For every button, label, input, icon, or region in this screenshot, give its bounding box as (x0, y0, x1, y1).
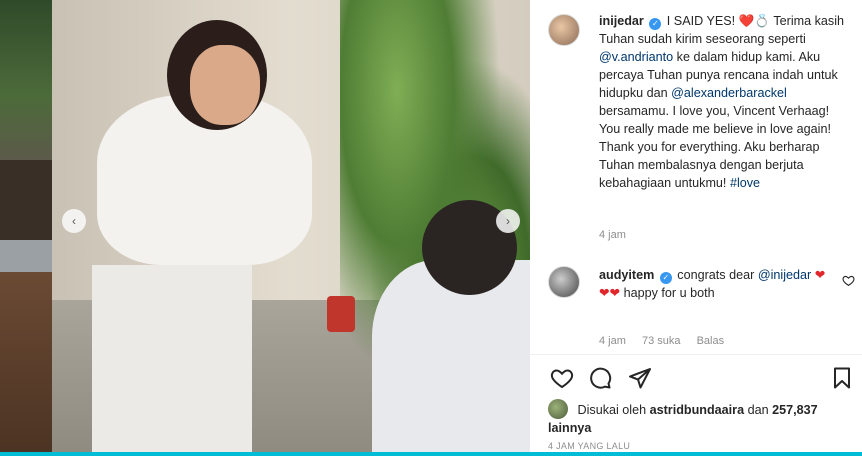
carousel-prev-button[interactable]: ‹ (62, 209, 86, 233)
photo-ring-box (327, 296, 355, 332)
post-actions (548, 364, 858, 392)
caption-headline: I SAID YES! (666, 14, 736, 28)
author-username[interactable]: inijedar (599, 14, 644, 28)
verified-badge-icon: ✓ (649, 18, 662, 30)
comment-timestamp[interactable]: 4 jam (599, 335, 626, 347)
preview-image-door (0, 272, 52, 456)
liker-avatar[interactable] (548, 399, 568, 419)
comment-reply-button[interactable]: Balas (697, 335, 725, 347)
heart-icon (550, 369, 574, 389)
post-timestamp[interactable]: 4 JAM YANG LALU (548, 441, 630, 451)
comment-body-1: congrats dear (677, 268, 755, 282)
comment-button[interactable] (586, 364, 614, 392)
preview-image-bar (0, 240, 52, 272)
hashtag-link[interactable]: #love (730, 176, 760, 190)
speech-bubble-icon (590, 367, 612, 389)
share-button[interactable] (626, 364, 654, 392)
likes-connector: dan (747, 403, 769, 417)
mention-link[interactable]: @v.andrianto (599, 50, 673, 64)
mention-link[interactable]: @inijedar (758, 268, 811, 282)
caption-timestamp[interactable]: 4 jam (599, 229, 626, 241)
mention-link[interactable]: @alexanderbarackel (671, 86, 787, 100)
previous-post-preview[interactable] (0, 0, 52, 456)
comment-like-count[interactable]: 73 suka (642, 335, 681, 347)
commenter-username[interactable]: audyitem (599, 268, 654, 282)
carousel-next-button[interactable]: › (496, 209, 520, 233)
comment-body-2: happy for u both (623, 286, 715, 300)
bookmark-icon (834, 367, 850, 389)
comment-text: audyitem ✓ congrats dear @inijedar ❤❤❤ h… (599, 266, 829, 302)
paper-plane-icon (629, 368, 651, 389)
caption-text: inijedar ✓ I SAID YES! ❤️💍 Terima kasih … (599, 12, 844, 192)
photo-woman-face (190, 45, 260, 125)
likes-prefix: Disukai oleh (577, 403, 647, 417)
verified-badge-icon: ✓ (659, 272, 672, 284)
comment-like-icon[interactable] (842, 274, 856, 288)
chevron-right-icon: › (506, 214, 510, 228)
commenter-avatar[interactable] (548, 266, 580, 298)
likes-summary: Disukai oleh astridbundaaira dan 257,837… (548, 399, 848, 437)
author-avatar[interactable] (548, 14, 580, 46)
heart-ring-emoji: ❤️💍 (738, 14, 771, 28)
bottom-accent-bar (0, 452, 862, 456)
post-side-panel: inijedar ✓ I SAID YES! ❤️💍 Terima kasih … (530, 0, 862, 452)
liker-username[interactable]: astridbundaaira (650, 403, 744, 417)
heart-outline-icon (842, 275, 855, 287)
post-photo[interactable] (52, 0, 530, 452)
save-button[interactable] (828, 364, 856, 392)
instagram-post-view: ‹ › inijedar ✓ I SAID YES! ❤️💍 Terima ka… (0, 0, 862, 456)
like-button[interactable] (548, 364, 576, 392)
comment-meta: 4 jam 73 suka Balas (599, 335, 737, 347)
actions-divider (530, 354, 862, 355)
photo-woman-pants (92, 265, 252, 452)
chevron-left-icon: ‹ (72, 214, 76, 228)
preview-image-plant (0, 0, 52, 160)
caption-body-3: bersamamu. I love you, Vincent Verhaag! … (599, 104, 831, 190)
